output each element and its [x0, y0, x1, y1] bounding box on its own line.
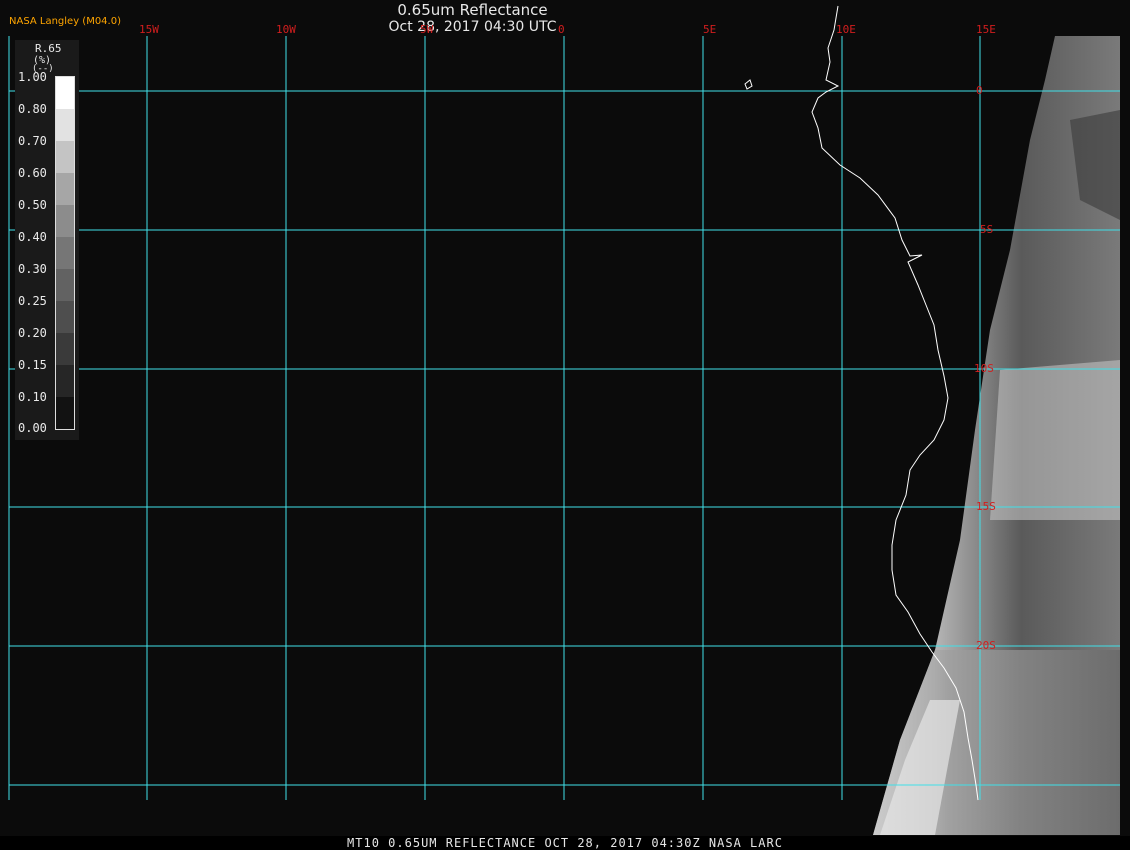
legend-swatch: [56, 301, 74, 333]
legend-tick: 0.60: [18, 166, 47, 180]
bright-cloud-band: [990, 360, 1120, 520]
legend-swatch: [56, 141, 74, 173]
legend-parameter: R.65: [35, 42, 62, 55]
legend-tick: 0.10: [18, 390, 47, 404]
lon-label-15w: 15W: [139, 23, 159, 36]
footer-caption: MT10 0.65UM REFLECTANCE OCT 28, 2017 04:…: [0, 836, 1130, 850]
legend-swatch: [56, 365, 74, 397]
legend-tick: 1.00: [18, 70, 47, 84]
lon-label-10w: 10W: [276, 23, 296, 36]
legend-tick: 0.80: [18, 102, 47, 116]
legend-tick: 0.15: [18, 358, 47, 372]
legend-swatch: [56, 205, 74, 237]
lat-label-5s: 5S: [980, 223, 994, 236]
legend-tick: 0.50: [18, 198, 47, 212]
legend-swatch: [56, 109, 74, 141]
legend-tick: 0.25: [18, 294, 47, 308]
lon-label-10e: 10E: [836, 23, 856, 36]
lon-label-0: 0: [558, 23, 565, 36]
color-legend: R.65 (--) (%) 1.00 0.80 0.70 0.60 0.50 0…: [15, 40, 79, 440]
legend-tick: 0.00: [18, 421, 47, 435]
lat-label-10s: 10S: [974, 362, 994, 375]
lon-label-5w: 5W: [420, 23, 434, 36]
legend-unit: (%): [33, 55, 52, 66]
lat-label-15s: 15S: [976, 500, 996, 513]
lon-label-5e: 5E: [703, 23, 717, 36]
legend-tick: 0.30: [18, 262, 47, 276]
legend-swatch: [56, 77, 74, 109]
island-annobon: [744, 79, 753, 90]
legend-swatch: [56, 269, 74, 301]
lat-label-0: 0: [976, 84, 983, 97]
lat-label-20s: 20S: [976, 639, 996, 652]
legend-swatch: [56, 333, 74, 365]
map-canvas: [8, 5, 1120, 835]
image-title: 0.65um Reflectance: [397, 1, 548, 19]
legend-tick: 0.70: [18, 134, 47, 148]
legend-tick: 0.40: [18, 230, 47, 244]
satellite-image-viewer: NASA Langley (M04.0) 0.65um Reflectance …: [0, 0, 1130, 850]
lon-label-15e: 15E: [976, 23, 996, 36]
legend-colorbar: [55, 76, 75, 430]
legend-swatch: [56, 173, 74, 205]
legend-swatch: [56, 397, 74, 429]
legend-swatch: [56, 237, 74, 269]
legend-tick: 0.20: [18, 326, 47, 340]
